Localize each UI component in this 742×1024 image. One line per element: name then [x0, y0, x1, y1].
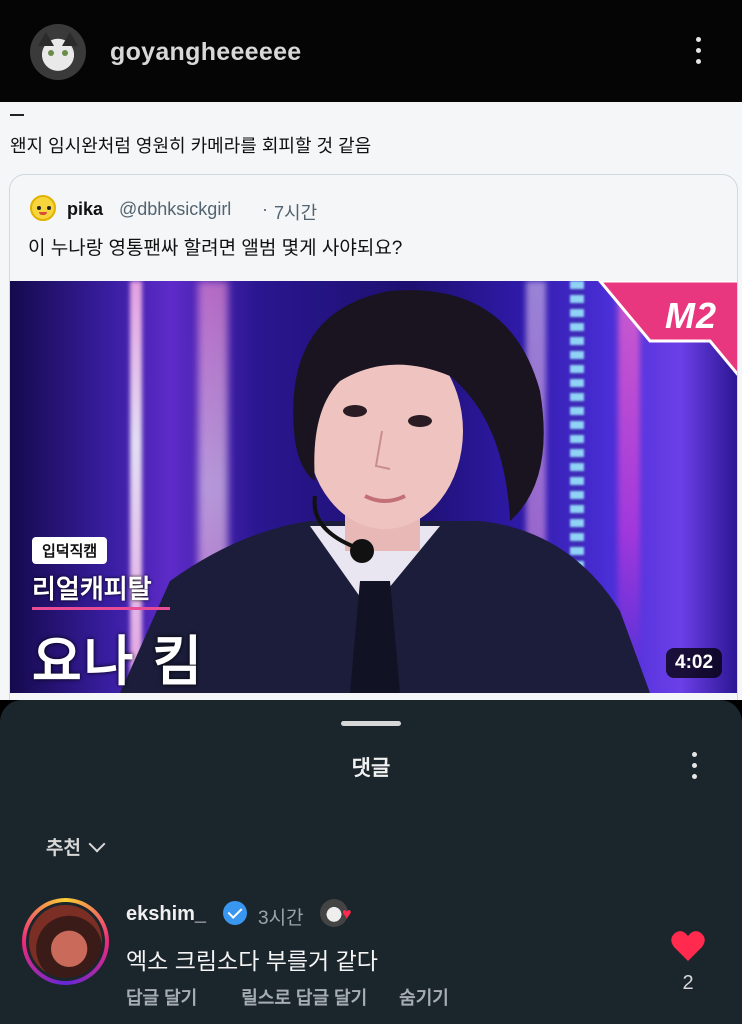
cat-ear-right: [62, 32, 78, 46]
creator-heart-icon: ♥: [342, 906, 352, 923]
chevron-down-icon: [88, 835, 106, 852]
cat-ear-left: [38, 32, 54, 46]
quoted-tweet: pika @dbhksickgirl · 7시간 이 누나랑 영통팬싸 할려면 …: [9, 174, 738, 700]
comment-time: 3시간: [258, 908, 304, 929]
comments-title: 댓글: [351, 757, 391, 780]
commenter-avatar[interactable]: [22, 898, 109, 985]
video-subtitle: 리얼캐피탈: [32, 574, 152, 604]
quoted-time: 7시간: [274, 203, 318, 223]
sheet-drag-handle[interactable]: [341, 721, 401, 726]
sort-label: 추천: [46, 838, 81, 859]
more-vertical-icon[interactable]: [694, 37, 702, 64]
avatar-photo: [26, 902, 105, 981]
like-count: 2: [682, 972, 694, 994]
top-bar: goyangheeeeee: [0, 0, 742, 102]
cat-avatar-icon[interactable]: [30, 24, 86, 80]
quoted-text: 이 누나랑 영통팬싸 할려면 앨범 몇게 사야되요?: [28, 238, 403, 259]
dash-mark: [10, 114, 24, 116]
video-category-tag: 입덕직캠: [32, 537, 108, 564]
video-thumbnail: M2 입덕직캠 리얼캐피탈 요나 킴 4:02: [10, 281, 737, 693]
video-name-overlay: 요나 킴: [32, 632, 205, 692]
comment-text: 엑소 크림소다 부를거 같다: [126, 948, 378, 974]
post-image[interactable]: 왠지 임시완처럼 영원히 카메라를 회피할 것 같음 pika @dbhksic…: [0, 102, 742, 700]
pikachu-avatar-icon: [30, 195, 56, 221]
cat-eye-right: [62, 50, 68, 56]
more-vertical-icon[interactable]: [690, 752, 698, 779]
video-duration-badge: 4:02: [666, 648, 723, 678]
comments-sheet: 댓글 추천 ekshim_ 3시간 ♥ 엑소 크림소다 부를거 같다 답글 달기…: [0, 700, 742, 1024]
quoted-author-handle: @dbhksickgirl: [119, 199, 232, 219]
cat-eye-left: [48, 50, 54, 56]
reply-with-reel-button[interactable]: 릴스로 답글 달기: [241, 984, 367, 1010]
subtitle-underline: [32, 607, 170, 610]
quoted-author-name: pika: [67, 199, 104, 219]
reply-button[interactable]: 답글 달기: [126, 984, 197, 1010]
comment-actions: 답글 달기 릴스로 답글 달기 숨기기: [126, 984, 449, 1010]
sort-dropdown[interactable]: 추천: [46, 833, 106, 860]
tweet-text: 왠지 임시완처럼 영원히 카메라를 회피할 것 같음: [10, 136, 372, 156]
verified-badge-icon: [223, 901, 247, 925]
separator-dot: ·: [262, 199, 268, 219]
m2-brand-logo: M2: [664, 295, 717, 336]
heart-icon[interactable]: [671, 930, 705, 962]
post-author-username[interactable]: goyangheeeeee: [110, 38, 302, 67]
commenter-username[interactable]: ekshim_: [126, 903, 206, 926]
hide-button[interactable]: 숨기기: [399, 984, 449, 1010]
